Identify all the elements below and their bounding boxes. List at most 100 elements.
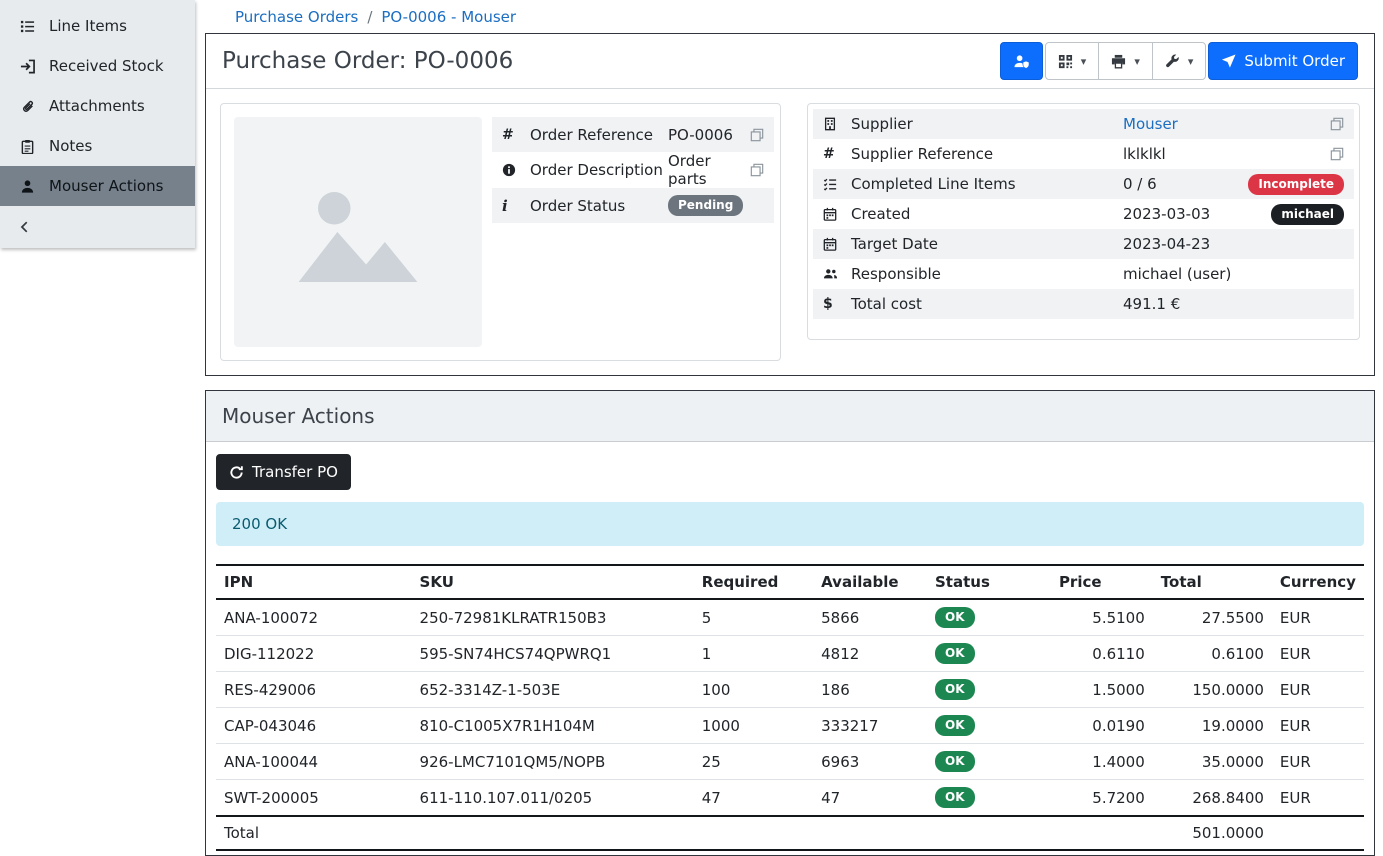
col-header-currency: Currency [1272, 565, 1364, 599]
status-alert: 200 OK [216, 502, 1364, 546]
table-row: SWT-200005 611-110.107.011/0205 47 47 OK… [216, 780, 1364, 817]
sidebar-item-mouser-actions[interactable]: Mouser Actions [0, 166, 195, 206]
detail-value: 0 / 6 [1123, 175, 1248, 193]
supplier-details-table: Supplier Mouser # Supplier Reference lkl… [813, 109, 1354, 319]
detail-row-completed-line-items: Completed Line Items 0 / 6 Incomplete [813, 169, 1354, 199]
cell-ipn: SWT-200005 [216, 780, 412, 817]
cell-status: OK [927, 744, 1051, 780]
copy-icon[interactable] [1330, 147, 1344, 161]
po-details-area: # Order Reference PO-0006 Order Descript… [206, 89, 1374, 375]
info-icon: i [502, 197, 530, 215]
cell-total: 27.5500 [1153, 599, 1272, 636]
detail-label: Created [851, 205, 1123, 223]
cell-total: 35.0000 [1153, 744, 1272, 780]
main-content: Purchase Orders / PO-0006 - Mouser Purch… [195, 0, 1383, 794]
cell-status: OK [927, 780, 1051, 817]
sidebar-item-attachments[interactable]: Attachments [0, 86, 195, 126]
cell-required: 100 [694, 672, 813, 708]
user-badge: michael [1271, 204, 1344, 225]
detail-row-total-cost: $ Total cost 491.1 € [813, 289, 1354, 319]
detail-row-responsible: Responsible michael (user) [813, 259, 1354, 289]
mouser-actions-body: Transfer PO 200 OK IPN SKU Required Avai… [206, 442, 1374, 855]
copy-icon[interactable] [1330, 117, 1344, 131]
cell-ipn: DIG-112022 [216, 636, 412, 672]
detail-value: 2023-03-03 [1123, 205, 1271, 223]
barcode-actions-button[interactable]: ▾ [1045, 42, 1100, 80]
dollar-icon: $ [823, 296, 851, 312]
table-row: DIG-112022 595-SN74HCS74QPWRQ1 1 4812 OK… [216, 636, 1364, 672]
incomplete-badge: Incomplete [1248, 174, 1344, 195]
cell-sku: 250-72981KLRATR150B3 [412, 599, 694, 636]
chevron-down-icon: ▾ [1188, 55, 1194, 68]
cell-status: OK [927, 636, 1051, 672]
sidebar-item-label: Notes [49, 137, 92, 155]
cell-price: 1.5000 [1051, 672, 1153, 708]
po-toolbar: ▾ ▾ ▾ [1000, 42, 1358, 80]
sidebar-item-label: Received Stock [49, 57, 164, 75]
sidebar-menu: Line Items Received Stock Attachments No… [0, 0, 195, 248]
purchase-order-panel: Purchase Order: PO-0006 ▾ [205, 33, 1375, 376]
status-badge: Pending [668, 195, 743, 216]
sidebar: Line Items Received Stock Attachments No… [0, 0, 195, 794]
ok-badge: OK [935, 751, 975, 772]
copy-icon[interactable] [750, 128, 764, 142]
hash-icon: # [502, 127, 530, 143]
calendar-icon [823, 207, 851, 221]
detail-label: Total cost [851, 295, 1123, 313]
cell-status: OK [927, 599, 1051, 636]
detail-value: 2023-04-23 [1123, 235, 1344, 253]
breadcrumb-purchase-orders-link[interactable]: Purchase Orders [235, 8, 358, 26]
sidebar-item-label: Line Items [49, 17, 127, 35]
supplier-link[interactable]: Mouser [1123, 115, 1178, 133]
detail-value: Pending [668, 195, 764, 216]
cell-sku: 652-3314Z-1-503E [412, 672, 694, 708]
col-header-ipn: IPN [216, 565, 412, 599]
transfer-po-button[interactable]: Transfer PO [216, 454, 351, 490]
submit-order-button[interactable]: Submit Order [1208, 42, 1358, 80]
cell-available: 186 [813, 672, 927, 708]
cell-available: 5866 [813, 599, 927, 636]
order-image-placeholder[interactable] [234, 117, 482, 347]
table-row: ANA-100072 250-72981KLRATR150B3 5 5866 O… [216, 599, 1364, 636]
cell-currency: EUR [1272, 599, 1364, 636]
col-header-price: Price [1051, 565, 1153, 599]
paperclip-icon [20, 99, 35, 114]
breadcrumb-po-link[interactable]: PO-0006 - Mouser [381, 8, 516, 26]
detail-row-target-date: Target Date 2023-04-23 [813, 229, 1354, 259]
cell-required: 25 [694, 744, 813, 780]
order-actions-button[interactable]: ▾ [1152, 42, 1207, 80]
cell-ipn: ANA-100072 [216, 599, 412, 636]
cell-price: 5.7200 [1051, 780, 1153, 817]
sidebar-item-notes[interactable]: Notes [0, 126, 195, 166]
cell-ipn: RES-429006 [216, 672, 412, 708]
wrench-icon [1165, 54, 1180, 69]
cell-available: 6963 [813, 744, 927, 780]
user-roles-button[interactable] [1000, 42, 1043, 80]
info-circle-icon [502, 163, 530, 177]
detail-value: lklklkl [1123, 145, 1330, 163]
cell-required: 47 [694, 780, 813, 817]
hash-icon: # [823, 146, 851, 162]
ok-badge: OK [935, 679, 975, 700]
sidebar-item-label: Attachments [49, 97, 145, 115]
chevron-down-icon: ▾ [1134, 55, 1140, 68]
print-actions-button[interactable]: ▾ [1098, 42, 1153, 80]
cell-price: 5.5100 [1051, 599, 1153, 636]
ok-badge: OK [935, 787, 975, 808]
detail-label: Completed Line Items [851, 175, 1123, 193]
detail-value: Order parts [668, 152, 742, 188]
cell-ipn: CAP-043046 [216, 708, 412, 744]
sidebar-collapse-button[interactable] [0, 206, 195, 248]
submit-order-label: Submit Order [1244, 52, 1345, 70]
sidebar-item-received-stock[interactable]: Received Stock [0, 46, 195, 86]
detail-label: Responsible [851, 265, 1123, 283]
cell-sku: 926-LMC7101QM5/NOPB [412, 744, 694, 780]
qr-code-icon [1058, 54, 1073, 69]
cell-sku: 595-SN74HCS74QPWRQ1 [412, 636, 694, 672]
sidebar-item-line-items[interactable]: Line Items [0, 6, 195, 46]
footer-total-label: Total [216, 816, 412, 850]
chevron-left-icon [18, 220, 32, 234]
cell-status: OK [927, 708, 1051, 744]
copy-icon[interactable] [750, 163, 764, 177]
cell-price: 0.0190 [1051, 708, 1153, 744]
